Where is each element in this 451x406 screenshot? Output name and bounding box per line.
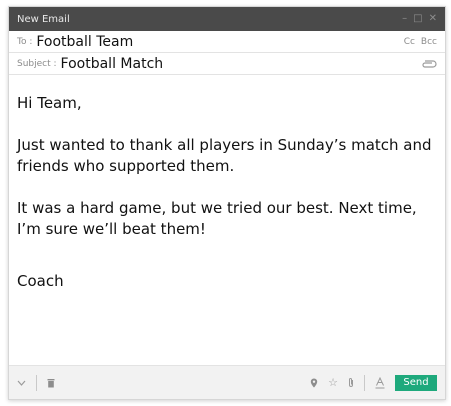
paperclip-icon[interactable]: [421, 59, 437, 69]
toolbar-divider: [36, 374, 37, 391]
cc-bcc-links: Cc Bcc: [404, 37, 437, 47]
message-body[interactable]: Hi Team, Just wanted to thank all player…: [9, 75, 445, 353]
compose-window: New Email – □ ✕ To : Cc Bcc Subject : Hi…: [8, 6, 446, 400]
toolbar-left: [17, 374, 55, 391]
subject-input[interactable]: [60, 54, 421, 73]
to-input[interactable]: [36, 32, 404, 51]
attachment-icon[interactable]: [348, 377, 354, 388]
bcc-link[interactable]: Bcc: [421, 37, 437, 47]
compose-toolbar: ☆ Send: [9, 365, 445, 399]
toolbar-divider: [364, 374, 365, 391]
close-icon[interactable]: ✕: [429, 14, 437, 24]
title-bar: New Email – □ ✕: [9, 7, 445, 31]
greeting-text: Hi Team,: [17, 94, 82, 112]
toolbar-right: ☆ Send: [310, 374, 437, 391]
cc-link[interactable]: Cc: [404, 37, 415, 47]
send-button[interactable]: Send: [395, 374, 437, 391]
body-paragraph-2: It was a hard game, but we tried our bes…: [17, 199, 417, 238]
subject-label: Subject :: [17, 58, 57, 69]
body-paragraph-1: Just wanted to thank all players in Sund…: [17, 136, 432, 175]
text-format-icon[interactable]: [375, 376, 385, 389]
location-pin-icon[interactable]: [310, 378, 318, 388]
to-row: To : Cc Bcc: [9, 31, 445, 53]
to-label: To :: [17, 36, 33, 47]
window-controls: – □ ✕: [402, 14, 437, 24]
chevron-down-icon[interactable]: [17, 380, 26, 386]
signature-text: Coach: [17, 272, 64, 290]
window-title: New Email: [17, 13, 70, 25]
maximize-icon[interactable]: □: [413, 14, 422, 24]
trash-icon[interactable]: [47, 378, 55, 388]
star-icon[interactable]: ☆: [328, 376, 338, 389]
minimize-icon[interactable]: –: [402, 14, 407, 24]
subject-row: Subject :: [9, 53, 445, 75]
